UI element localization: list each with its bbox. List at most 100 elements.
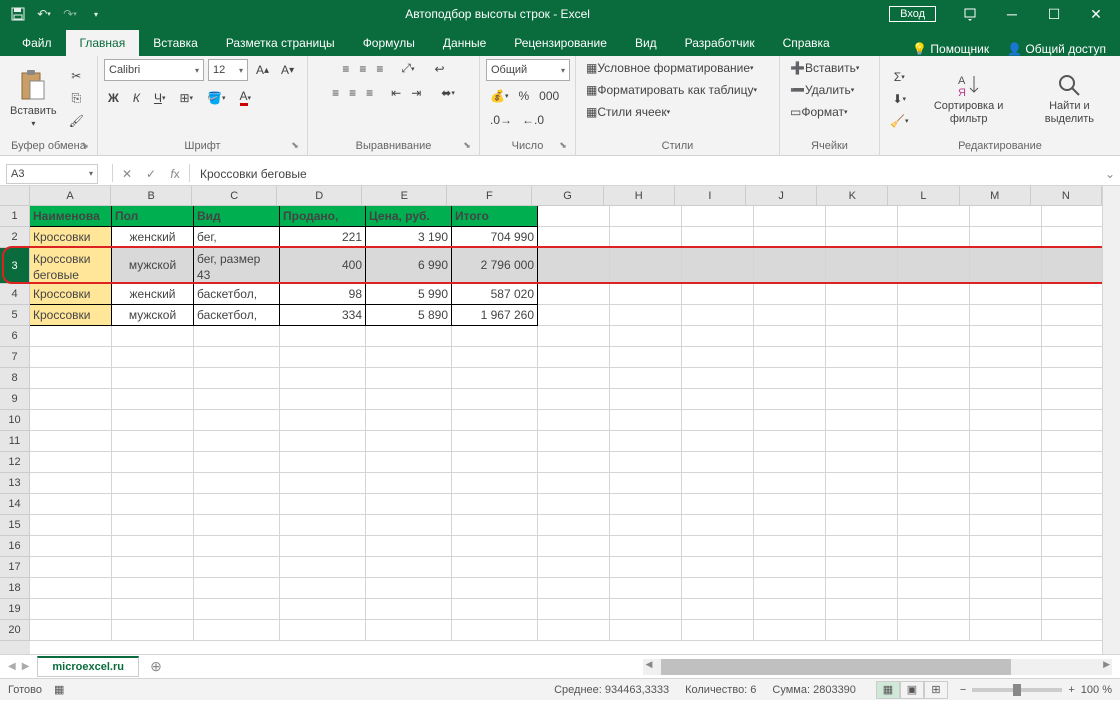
cell[interactable]	[366, 599, 452, 620]
cell[interactable]	[826, 536, 898, 557]
cell[interactable]	[112, 515, 194, 536]
cell[interactable]	[826, 248, 898, 284]
header-cell[interactable]: Вид	[194, 206, 280, 227]
cell[interactable]	[538, 305, 610, 326]
cell[interactable]	[538, 248, 610, 284]
cell[interactable]	[610, 578, 682, 599]
paste-button[interactable]: Вставить ▾	[6, 67, 61, 130]
tell-me[interactable]: 💡 Помощник	[912, 42, 989, 56]
cell[interactable]	[30, 431, 112, 452]
orientation-icon[interactable]: ⤢▾	[397, 59, 418, 78]
cell[interactable]	[30, 620, 112, 641]
select-all-triangle[interactable]	[0, 186, 30, 206]
row-header[interactable]: 7	[0, 347, 30, 368]
cell-styles-button[interactable]: ▦ Стили ячеек▾	[582, 103, 674, 121]
data-cell[interactable]: мужской	[112, 248, 194, 284]
cell[interactable]	[898, 284, 970, 305]
col-header[interactable]: D	[277, 186, 362, 206]
data-cell[interactable]: 221	[280, 227, 366, 248]
tab-формулы[interactable]: Формулы	[349, 30, 429, 56]
cell[interactable]	[452, 326, 538, 347]
col-header[interactable]: I	[675, 186, 746, 206]
cell[interactable]	[898, 515, 970, 536]
row-header[interactable]: 18	[0, 578, 30, 599]
underline-icon[interactable]: Ч▾	[150, 87, 170, 108]
clear-icon[interactable]: 🧹▾	[886, 112, 912, 130]
cell[interactable]	[610, 206, 682, 227]
row-header[interactable]: 6	[0, 326, 30, 347]
cell[interactable]	[682, 620, 754, 641]
cell[interactable]	[366, 494, 452, 515]
cell[interactable]	[754, 326, 826, 347]
cell[interactable]	[826, 515, 898, 536]
cell[interactable]	[826, 452, 898, 473]
cell[interactable]	[970, 347, 1042, 368]
cell[interactable]	[826, 410, 898, 431]
maximize-icon[interactable]: ☐	[1034, 0, 1074, 28]
cell[interactable]	[826, 578, 898, 599]
col-header[interactable]: F	[447, 186, 532, 206]
cell[interactable]	[826, 599, 898, 620]
cell[interactable]	[970, 305, 1042, 326]
cell[interactable]	[610, 410, 682, 431]
sheet-nav-next[interactable]: ▶	[20, 659, 32, 674]
cell[interactable]	[826, 368, 898, 389]
cell[interactable]	[30, 599, 112, 620]
name-box[interactable]: A3▾	[6, 164, 98, 184]
cell[interactable]	[194, 452, 280, 473]
data-cell[interactable]: 3 190	[366, 227, 452, 248]
increase-font-icon[interactable]: A▴	[252, 59, 273, 81]
data-cell[interactable]: Кроссовки	[30, 305, 112, 326]
cell[interactable]	[898, 431, 970, 452]
cell[interactable]	[754, 227, 826, 248]
cell[interactable]	[970, 248, 1042, 284]
font-color-icon[interactable]: А▾	[236, 87, 256, 108]
cell[interactable]	[754, 305, 826, 326]
cell[interactable]	[682, 227, 754, 248]
cell[interactable]	[30, 494, 112, 515]
cell[interactable]	[754, 452, 826, 473]
cell[interactable]	[970, 284, 1042, 305]
cell[interactable]	[826, 389, 898, 410]
cell[interactable]	[682, 557, 754, 578]
row-header[interactable]: 14	[0, 494, 30, 515]
cell[interactable]	[610, 227, 682, 248]
data-cell[interactable]: баскетбол,	[194, 284, 280, 305]
cell[interactable]	[538, 326, 610, 347]
cell[interactable]	[898, 248, 970, 284]
data-cell[interactable]: 6 990	[366, 248, 452, 284]
zoom-in-icon[interactable]: +	[1068, 684, 1074, 696]
header-cell[interactable]: Цена, руб.	[366, 206, 452, 227]
cell[interactable]	[112, 410, 194, 431]
row-header[interactable]: 8	[0, 368, 30, 389]
cell[interactable]	[610, 431, 682, 452]
cell[interactable]	[898, 326, 970, 347]
cell[interactable]	[194, 326, 280, 347]
data-cell[interactable]: 2 796 000	[452, 248, 538, 284]
view-page-layout-icon[interactable]: ▣	[900, 681, 924, 699]
cell[interactable]	[194, 515, 280, 536]
sheet-nav-prev[interactable]: ◀	[6, 659, 18, 674]
cell[interactable]	[194, 599, 280, 620]
cell[interactable]	[682, 599, 754, 620]
row-header[interactable]: 20	[0, 620, 30, 641]
data-cell[interactable]: Кроссовки	[30, 284, 112, 305]
cell[interactable]	[112, 452, 194, 473]
cell[interactable]	[970, 620, 1042, 641]
cell[interactable]	[610, 389, 682, 410]
cell[interactable]	[452, 389, 538, 410]
data-cell[interactable]: 5 890	[366, 305, 452, 326]
row-header[interactable]: 12	[0, 452, 30, 473]
vertical-scrollbar[interactable]	[1102, 186, 1120, 654]
data-cell[interactable]: женский	[112, 284, 194, 305]
align-bottom-icon[interactable]: ≡	[372, 59, 387, 78]
cell[interactable]	[898, 347, 970, 368]
cell[interactable]	[538, 368, 610, 389]
cell[interactable]	[610, 452, 682, 473]
cell[interactable]	[970, 494, 1042, 515]
data-cell[interactable]: 1 967 260	[452, 305, 538, 326]
cell[interactable]	[366, 620, 452, 641]
cell[interactable]	[682, 494, 754, 515]
align-left-icon[interactable]: ≡	[328, 84, 343, 102]
cell[interactable]	[826, 431, 898, 452]
